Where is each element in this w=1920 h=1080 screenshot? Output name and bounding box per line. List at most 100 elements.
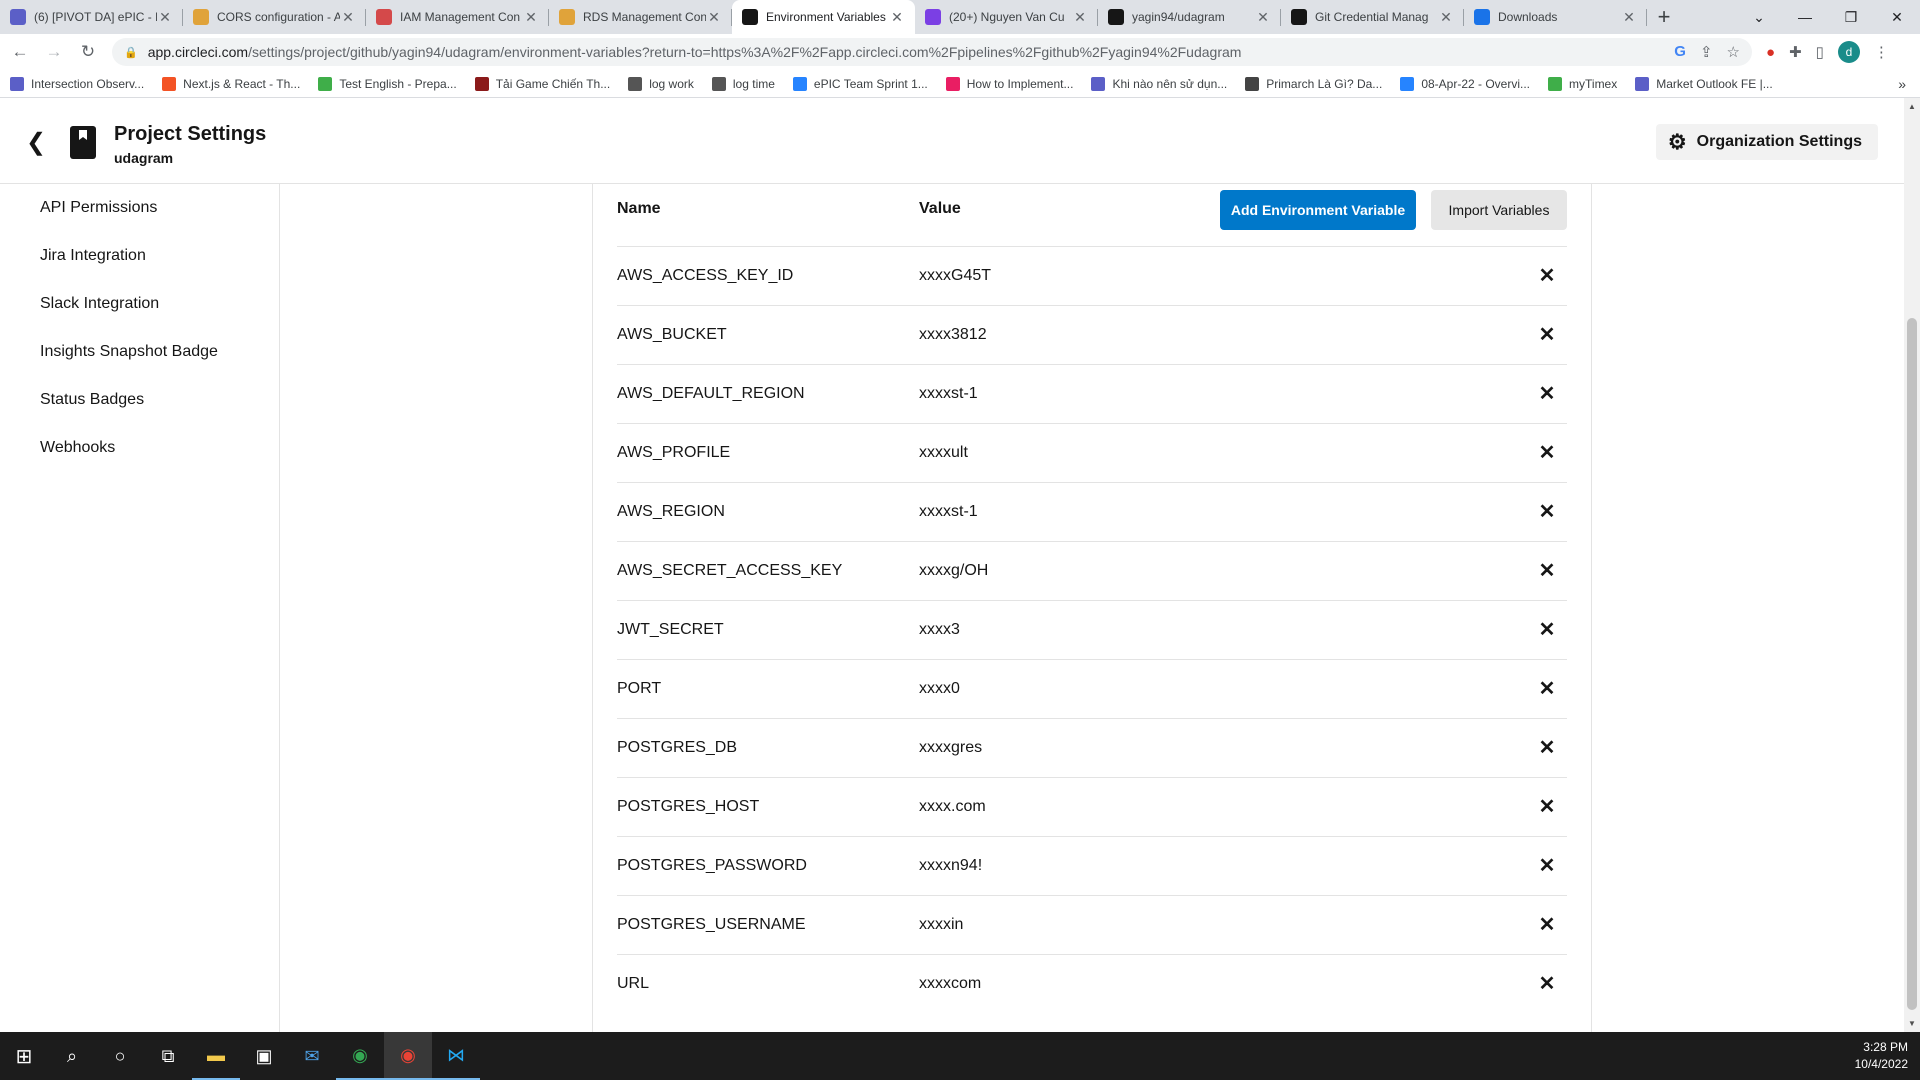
- restore-icon[interactable]: ❐: [1828, 0, 1874, 34]
- bookmark-item[interactable]: Market Outlook FE |...: [1635, 76, 1773, 91]
- extension-badge-icon[interactable]: ●: [1766, 44, 1775, 61]
- bookmark-item[interactable]: Primarch Là Gì? Da...: [1245, 76, 1383, 91]
- tab-title: Downloads: [1498, 10, 1558, 24]
- file-explorer-icon[interactable]: ▬: [192, 1032, 240, 1080]
- bookmark-label: Khi nào nên sử dụn...: [1112, 76, 1228, 91]
- bookmark-label: ePIC Team Sprint 1...: [813, 76, 928, 91]
- import-variables-button[interactable]: Import Variables: [1431, 190, 1567, 230]
- new-tab-button[interactable]: +: [1647, 0, 1681, 34]
- close-window-icon[interactable]: ✕: [1874, 0, 1920, 34]
- scroll-down-icon[interactable]: ▼: [1908, 1019, 1916, 1028]
- delete-variable-icon[interactable]: ✕: [1533, 733, 1561, 761]
- delete-variable-icon[interactable]: ✕: [1533, 792, 1561, 820]
- system-clock[interactable]: 3:28 PM 10/4/2022: [1855, 1039, 1920, 1073]
- bookmark-item[interactable]: How to Implement...: [945, 76, 1073, 91]
- browser-tab[interactable]: Environment Variables ✕: [732, 0, 915, 34]
- delete-variable-icon[interactable]: ✕: [1533, 674, 1561, 702]
- bookmark-label: Primarch Là Gì? Da...: [1266, 76, 1383, 91]
- delete-variable-icon[interactable]: ✕: [1533, 910, 1561, 938]
- lock-icon[interactable]: 🔒: [124, 46, 138, 59]
- bookmarks-bar: Intersection Observ... Next.js & React - …: [0, 70, 1920, 98]
- chrome-icon[interactable]: ◉: [336, 1032, 384, 1080]
- delete-variable-icon[interactable]: ✕: [1533, 615, 1561, 643]
- delete-variable-icon[interactable]: ✕: [1533, 438, 1561, 466]
- mail-icon[interactable]: ✉: [288, 1032, 336, 1080]
- windows-start-icon[interactable]: ⊞: [0, 1032, 48, 1080]
- profile-avatar[interactable]: d: [1837, 41, 1860, 63]
- add-environment-variable-button[interactable]: Add Environment Variable: [1220, 190, 1416, 230]
- sidebar-item-insights-snapshot-badge[interactable]: Insights Snapshot Badge: [0, 328, 279, 376]
- delete-variable-icon[interactable]: ✕: [1533, 851, 1561, 879]
- sidebar-item-api-permissions[interactable]: API Permissions: [0, 184, 279, 232]
- page-scrollbar[interactable]: ▲ ▼: [1904, 98, 1920, 1032]
- close-tab-icon[interactable]: ✕: [1072, 9, 1088, 26]
- bookmark-item[interactable]: 08-Apr-22 - Overvi...: [1400, 76, 1530, 91]
- vscode-icon[interactable]: ⋈: [432, 1032, 480, 1080]
- clock-time: 3:28 PM: [1863, 1040, 1908, 1054]
- variable-value: xxxxG45T: [919, 267, 992, 284]
- delete-variable-icon[interactable]: ✕: [1533, 556, 1561, 584]
- delete-variable-icon[interactable]: ✕: [1533, 261, 1561, 289]
- bookmark-label: myTimex: [1569, 76, 1618, 91]
- bookmark-item[interactable]: log time: [711, 76, 775, 91]
- sidebar-item-slack-integration[interactable]: Slack Integration: [0, 280, 279, 328]
- sidebar-item-webhooks[interactable]: Webhooks: [0, 424, 279, 472]
- close-tab-icon[interactable]: ✕: [889, 9, 905, 26]
- close-tab-icon[interactable]: ✕: [706, 9, 722, 26]
- chrome-active-icon[interactable]: ◉: [384, 1032, 432, 1080]
- share-icon[interactable]: ⇪: [1700, 43, 1713, 61]
- back-arrow-icon[interactable]: ❮: [26, 128, 46, 157]
- bookmark-item[interactable]: myTimex: [1548, 76, 1618, 91]
- close-tab-icon[interactable]: ✕: [157, 9, 173, 26]
- close-tab-icon[interactable]: ✕: [1438, 9, 1454, 26]
- sidebar-item-jira-integration[interactable]: Jira Integration: [0, 232, 279, 280]
- scrollbar-thumb[interactable]: [1907, 318, 1917, 1010]
- bookmark-item[interactable]: Intersection Observ...: [10, 76, 144, 91]
- close-tab-icon[interactable]: ✕: [1255, 9, 1271, 26]
- delete-variable-icon[interactable]: ✕: [1533, 379, 1561, 407]
- organization-settings-button[interactable]: ⚙ Organization Settings: [1655, 124, 1878, 160]
- minimize-icon[interactable]: —: [1782, 0, 1828, 34]
- table-row: POSTGRES_USERNAME xxxxin ✕: [617, 896, 1567, 955]
- close-tab-icon[interactable]: ✕: [1621, 9, 1637, 26]
- browser-tab[interactable]: IAM Management Con ✕: [366, 0, 549, 34]
- address-bar[interactable]: 🔒 app.circleci.com /settings/project/git…: [112, 38, 1752, 66]
- browser-tab[interactable]: CORS configuration - A ✕: [183, 0, 366, 34]
- bookmark-item[interactable]: Tải Game Chiến Th...: [474, 76, 610, 91]
- delete-variable-icon[interactable]: ✕: [1533, 969, 1561, 997]
- bookmark-star-icon[interactable]: ☆: [1727, 43, 1740, 61]
- close-tab-icon[interactable]: ✕: [340, 9, 356, 26]
- browser-tab[interactable]: (20+) Nguyen Van Cu ✕: [915, 0, 1098, 34]
- reload-icon[interactable]: ↻: [74, 38, 102, 66]
- browser-tab[interactable]: Git Credential Manag ✕: [1281, 0, 1464, 34]
- sidebar-item-status-badges[interactable]: Status Badges: [0, 376, 279, 424]
- google-icon[interactable]: G: [1674, 43, 1686, 61]
- delete-variable-icon[interactable]: ✕: [1533, 320, 1561, 348]
- bookmark-item[interactable]: Test English - Prepa...: [318, 76, 457, 91]
- bookmark-item[interactable]: log work: [628, 76, 694, 91]
- browser-tab[interactable]: (6) [PIVOT DA] ePIC - D ✕: [0, 0, 183, 34]
- delete-variable-icon[interactable]: ✕: [1533, 497, 1561, 525]
- search-icon[interactable]: ⌕: [48, 1032, 96, 1080]
- microsoft-store-icon[interactable]: ▣: [240, 1032, 288, 1080]
- tab-search-icon[interactable]: ⌄: [1736, 0, 1782, 34]
- browser-tab[interactable]: Downloads ✕: [1464, 0, 1647, 34]
- cortana-icon[interactable]: ○: [96, 1032, 144, 1080]
- bookmark-label: Market Outlook FE |...: [1656, 76, 1773, 91]
- bookmark-item[interactable]: Khi nào nên sử dụn...: [1091, 76, 1228, 91]
- forward-icon[interactable]: →: [40, 38, 68, 66]
- side-panel-icon[interactable]: ▯: [1816, 43, 1824, 61]
- variable-value: xxxxgres: [919, 739, 983, 756]
- bookmark-item[interactable]: Next.js & React - Th...: [162, 76, 300, 91]
- task-view-icon[interactable]: ⧉: [144, 1032, 192, 1080]
- bookmark-item[interactable]: ePIC Team Sprint 1...: [792, 76, 928, 91]
- bookmarks-more-icon[interactable]: »: [1898, 76, 1906, 92]
- browser-tab[interactable]: RDS Management Con ✕: [549, 0, 732, 34]
- extensions-puzzle-icon[interactable]: ✚: [1789, 43, 1802, 61]
- scroll-up-icon[interactable]: ▲: [1908, 102, 1916, 111]
- back-icon[interactable]: ←: [6, 38, 34, 66]
- browser-menu-icon[interactable]: ⋮: [1874, 43, 1889, 61]
- browser-tab[interactable]: yagin94/udagram ✕: [1098, 0, 1281, 34]
- table-row: POSTGRES_DB xxxxgres ✕: [617, 719, 1567, 778]
- close-tab-icon[interactable]: ✕: [523, 9, 539, 26]
